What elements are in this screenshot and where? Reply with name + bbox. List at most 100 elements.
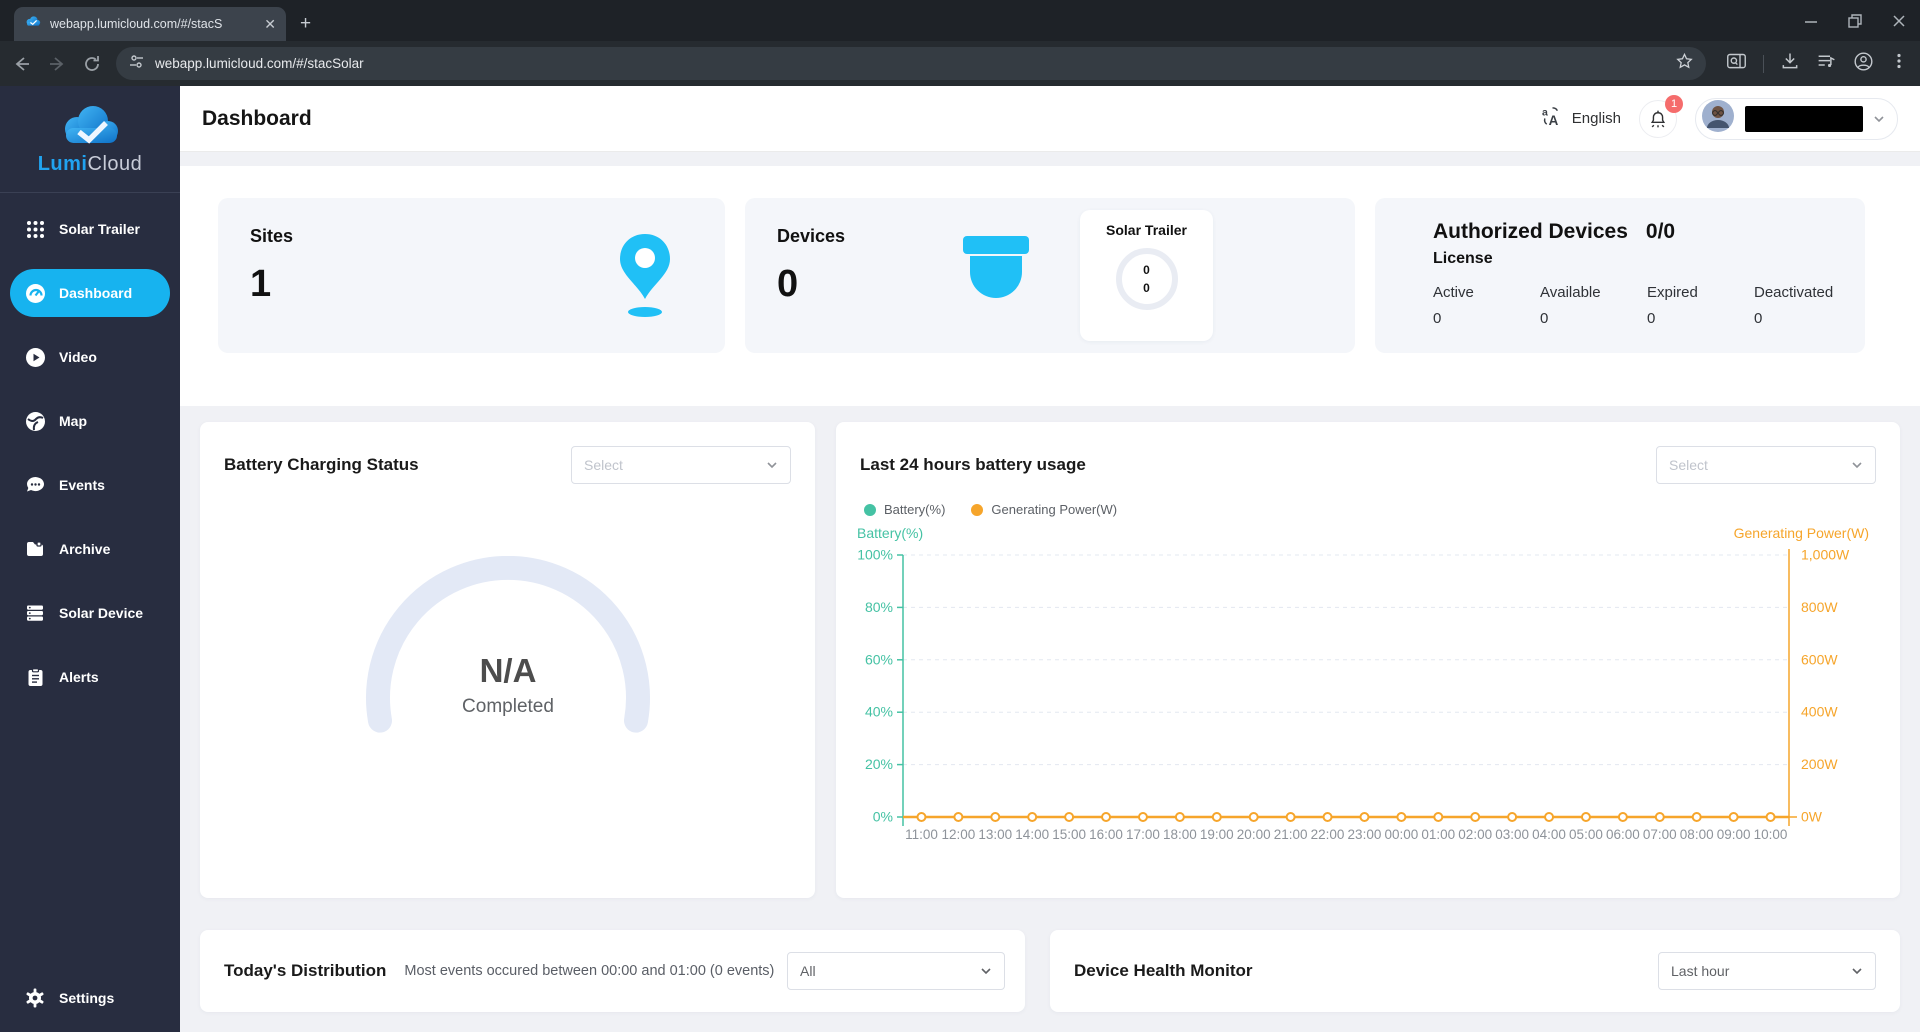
brand-name: LumiCloud bbox=[37, 152, 143, 175]
stats-panel: Sites 1 Devices 0 Solar Trailer 0 0 Auth… bbox=[180, 166, 1920, 406]
sidebar-item-video[interactable]: Video bbox=[10, 333, 170, 381]
svg-text:0W: 0W bbox=[1801, 809, 1823, 825]
device-health-monitor-card: Device Health Monitor Last hour bbox=[1050, 930, 1900, 1012]
svg-text:40%: 40% bbox=[865, 704, 893, 720]
svg-text:60%: 60% bbox=[865, 651, 893, 667]
svg-text:21:00: 21:00 bbox=[1274, 827, 1308, 842]
svg-text:05:00: 05:00 bbox=[1569, 827, 1603, 842]
svg-text:15:00: 15:00 bbox=[1052, 827, 1086, 842]
health-select[interactable]: Last hour bbox=[1658, 952, 1876, 990]
svg-text:22:00: 22:00 bbox=[1311, 827, 1345, 842]
svg-text:03:00: 03:00 bbox=[1495, 827, 1529, 842]
language-selector[interactable]: a A English bbox=[1541, 105, 1621, 132]
translate-icon: a A bbox=[1541, 105, 1564, 132]
legend-dot-battery bbox=[864, 503, 876, 516]
window-close-button[interactable] bbox=[1892, 14, 1906, 28]
toolbar-separator bbox=[1763, 54, 1765, 73]
svg-text:06:00: 06:00 bbox=[1606, 827, 1640, 842]
svg-text:08:00: 08:00 bbox=[1680, 827, 1714, 842]
authorized-title: Authorized Devices bbox=[1433, 220, 1628, 243]
license-subtitle: License bbox=[1433, 250, 1493, 267]
devices-label: Devices bbox=[777, 226, 846, 246]
distribution-select[interactable]: All bbox=[787, 952, 1005, 990]
sidebar-item-archive[interactable]: Archive bbox=[10, 525, 170, 573]
sidebar-item-label: Settings bbox=[59, 990, 115, 1006]
sidebar-item-alerts[interactable]: Alerts bbox=[10, 653, 170, 701]
grid-icon bbox=[24, 218, 46, 240]
svg-text:100%: 100% bbox=[857, 547, 893, 563]
window-restore-button[interactable] bbox=[1848, 13, 1862, 28]
profile-button[interactable] bbox=[1853, 51, 1874, 77]
solar-trailer-value-top: 0 bbox=[1143, 263, 1150, 277]
gauge-value: N/A bbox=[479, 652, 536, 689]
media-controls-icon[interactable] bbox=[1816, 51, 1837, 77]
svg-text:11:00: 11:00 bbox=[905, 827, 938, 842]
chart-legend: Battery(%) Generating Power(W) bbox=[864, 502, 1876, 517]
svg-text:07:00: 07:00 bbox=[1643, 827, 1677, 842]
new-tab-button[interactable]: + bbox=[300, 13, 311, 35]
url-text[interactable]: webapp.lumicloud.com/#/stacSolar bbox=[155, 56, 1665, 71]
solar-trailer-ring: 0 0 bbox=[1115, 248, 1178, 310]
distribution-title: Today's Distribution bbox=[224, 961, 387, 980]
user-menu[interactable] bbox=[1695, 97, 1898, 140]
devices-card: Devices 0 Solar Trailer 0 0 bbox=[745, 198, 1355, 353]
tab-title: webapp.lumicloud.com/#/stacS bbox=[50, 17, 223, 31]
svg-text:00:00: 00:00 bbox=[1384, 827, 1418, 842]
site-settings-icon[interactable] bbox=[128, 53, 145, 75]
svg-text:a: a bbox=[1542, 107, 1548, 119]
svg-text:09:00: 09:00 bbox=[1717, 827, 1751, 842]
gear-icon bbox=[24, 987, 46, 1009]
back-button[interactable] bbox=[12, 53, 33, 75]
legend-battery[interactable]: Battery(%) bbox=[864, 502, 945, 517]
charging-gauge: N/A Completed bbox=[224, 556, 791, 741]
avatar bbox=[1701, 99, 1735, 138]
browser-tab[interactable]: webapp.lumicloud.com/#/stacS ✕ bbox=[14, 7, 286, 41]
sidebar-item-solar-device[interactable]: Solar Device bbox=[10, 589, 170, 637]
battery-status-select[interactable]: Select bbox=[571, 446, 791, 484]
battery-status-title: Battery Charging Status bbox=[224, 455, 419, 474]
alerts-clipboard-icon bbox=[24, 666, 46, 688]
sidebar-item-events[interactable]: Events bbox=[10, 461, 170, 509]
sidebar-item-solar-trailer[interactable]: Solar Trailer bbox=[10, 205, 170, 253]
battery-usage-card: Last 24 hours battery usage Select Batte… bbox=[836, 422, 1900, 898]
forward-button[interactable] bbox=[47, 53, 68, 75]
tab-close-icon[interactable]: ✕ bbox=[264, 17, 276, 31]
browser-tabstrip: webapp.lumicloud.com/#/stacS ✕ + bbox=[0, 0, 1920, 41]
video-icon bbox=[24, 346, 46, 368]
menu-kebab-icon[interactable] bbox=[1890, 52, 1908, 75]
health-title: Device Health Monitor bbox=[1074, 961, 1253, 980]
solar-trailer-value-bottom: 0 bbox=[1143, 281, 1150, 295]
svg-text:18:00: 18:00 bbox=[1163, 827, 1197, 842]
sites-card: Sites 1 bbox=[218, 198, 725, 353]
bookmark-star-icon[interactable] bbox=[1675, 52, 1694, 76]
svg-text:17:00: 17:00 bbox=[1126, 827, 1160, 842]
cloud-logo-icon bbox=[65, 105, 118, 144]
battery-usage-chart: 100% 80% 60% 40% 20% 0% Battery(%) 1,000W 800W 60… bbox=[857, 525, 1869, 842]
svg-text:20:00: 20:00 bbox=[1237, 827, 1271, 842]
side-panel-search-icon[interactable] bbox=[1726, 51, 1747, 77]
language-label: English bbox=[1571, 110, 1621, 127]
sidebar-item-dashboard[interactable]: Dashboard bbox=[10, 269, 170, 317]
reload-button[interactable] bbox=[81, 53, 102, 75]
sidebar-item-settings[interactable]: Settings bbox=[10, 974, 170, 1022]
solar-trailer-title: Solar Trailer bbox=[1106, 222, 1187, 238]
gauge-caption: Completed bbox=[462, 696, 554, 717]
battery-usage-select[interactable]: Select bbox=[1656, 446, 1876, 484]
sidebar-item-map[interactable]: Map bbox=[10, 397, 170, 445]
svg-text:600W: 600W bbox=[1801, 651, 1838, 667]
authorized-ratio: 0/0 bbox=[1645, 220, 1676, 243]
dashboard-icon bbox=[24, 282, 46, 304]
url-bar[interactable]: webapp.lumicloud.com/#/stacSolar bbox=[116, 47, 1707, 80]
devices-value: 0 bbox=[777, 263, 799, 305]
svg-text:80%: 80% bbox=[865, 599, 893, 615]
window-minimize-button[interactable] bbox=[1804, 14, 1818, 28]
svg-text:10:00: 10:00 bbox=[1754, 827, 1788, 842]
svg-text:02:00: 02:00 bbox=[1458, 827, 1492, 842]
svg-text:Battery(%): Battery(%) bbox=[857, 525, 923, 541]
downloads-button[interactable] bbox=[1780, 51, 1800, 76]
chevron-down-icon bbox=[1852, 462, 1862, 469]
alarm-notifications-button[interactable]: 1 bbox=[1639, 94, 1683, 138]
legend-generating-power[interactable]: Generating Power(W) bbox=[971, 502, 1117, 517]
svg-text:Generating Power(W): Generating Power(W) bbox=[1734, 525, 1869, 541]
svg-text:400W: 400W bbox=[1801, 704, 1838, 720]
